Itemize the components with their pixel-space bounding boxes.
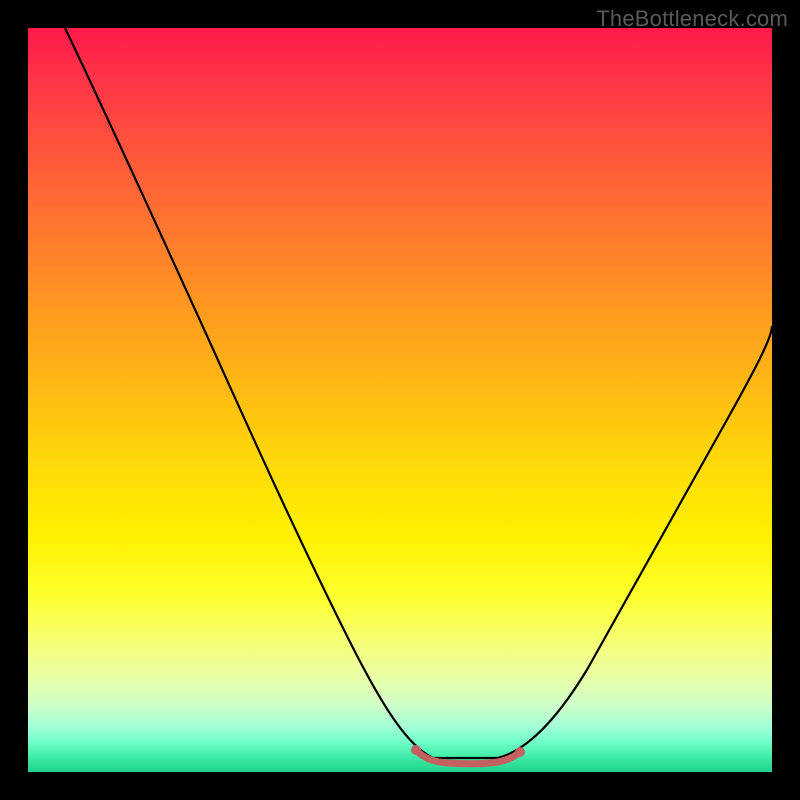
flat-segment-start-dot [411, 745, 421, 755]
plot-area [28, 28, 772, 772]
chart-container: TheBottleneck.com [0, 0, 800, 800]
flat-segment-end-dot [515, 747, 525, 757]
bottleneck-curve-path [65, 28, 772, 758]
flat-segment-path [416, 750, 520, 764]
curve-svg [28, 28, 772, 772]
